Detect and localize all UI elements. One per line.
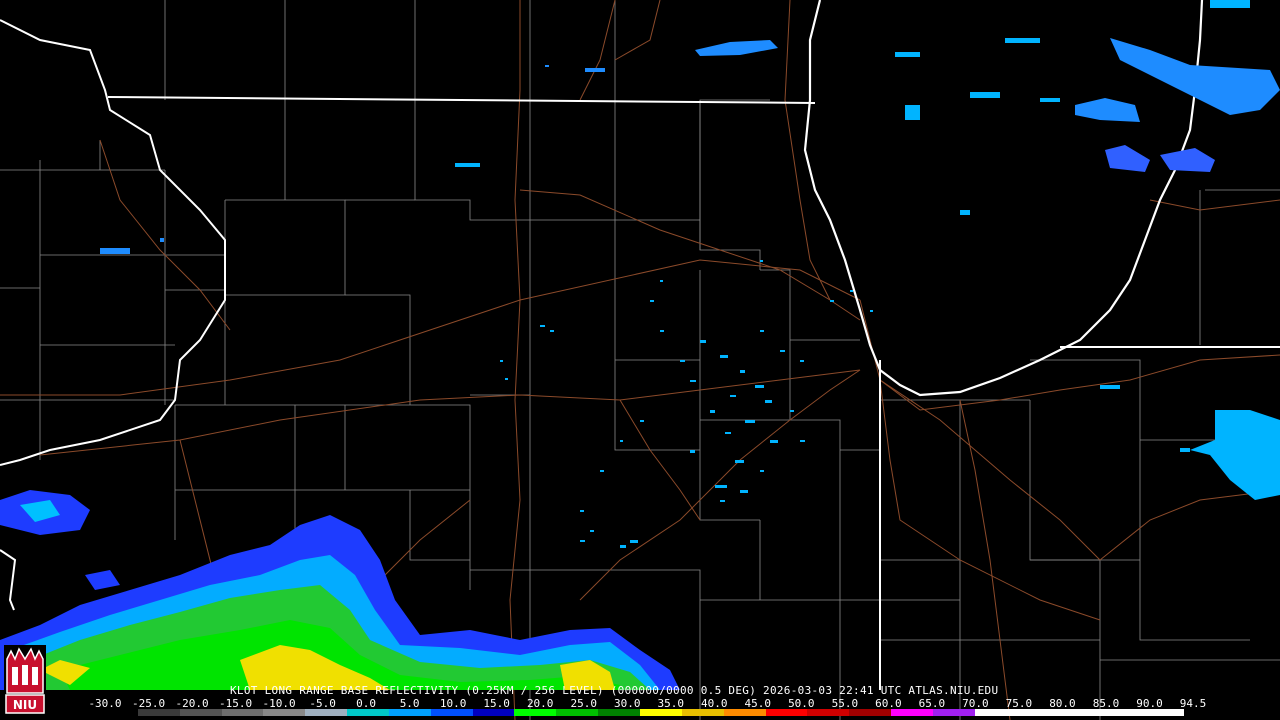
colorbar-segment bbox=[681, 709, 724, 716]
colorbar-segment bbox=[891, 709, 933, 716]
colorbar-segment bbox=[472, 709, 515, 716]
colorbar-segment bbox=[1058, 709, 1101, 716]
colorbar-segment bbox=[305, 709, 348, 716]
colorbar-segment bbox=[347, 709, 389, 716]
colorbar-segment bbox=[179, 709, 222, 716]
colorbar-segment bbox=[598, 709, 640, 716]
colorbar-tick-labels: -30.0 -25.0 -20.0 -15.0 -10.0 -5.0 0.0 5.0 10.0 1… bbox=[88, 697, 1206, 710]
colorbar-segment bbox=[932, 709, 975, 716]
colorbar-segment bbox=[556, 709, 599, 716]
colorbar-segment bbox=[96, 709, 138, 716]
product-caption: KLOT LONG RANGE BASE REFLECTIVITY (0.25K… bbox=[230, 684, 999, 697]
colorbar-segment bbox=[765, 709, 808, 716]
colorbar-segment bbox=[1100, 709, 1143, 716]
colorbar-segment bbox=[221, 709, 264, 716]
reflectivity-colorbar bbox=[96, 709, 1184, 716]
colorbar-segment bbox=[723, 709, 766, 716]
colorbar-segment bbox=[849, 709, 892, 716]
colorbar-segment bbox=[514, 709, 557, 716]
colorbar-segment bbox=[639, 709, 682, 716]
colorbar-segment bbox=[263, 709, 306, 716]
colorbar-segment bbox=[1142, 709, 1184, 716]
niu-logo: NIU bbox=[4, 645, 46, 715]
colorbar-segment bbox=[807, 709, 850, 716]
colorbar-segment bbox=[137, 709, 180, 716]
colorbar-segment bbox=[1016, 709, 1059, 716]
colorbar-segment bbox=[974, 709, 1017, 716]
radar-map bbox=[0, 0, 1280, 720]
colorbar-segment bbox=[430, 709, 473, 716]
niu-logo-text: NIU bbox=[13, 698, 37, 712]
colorbar-segment bbox=[388, 709, 431, 716]
